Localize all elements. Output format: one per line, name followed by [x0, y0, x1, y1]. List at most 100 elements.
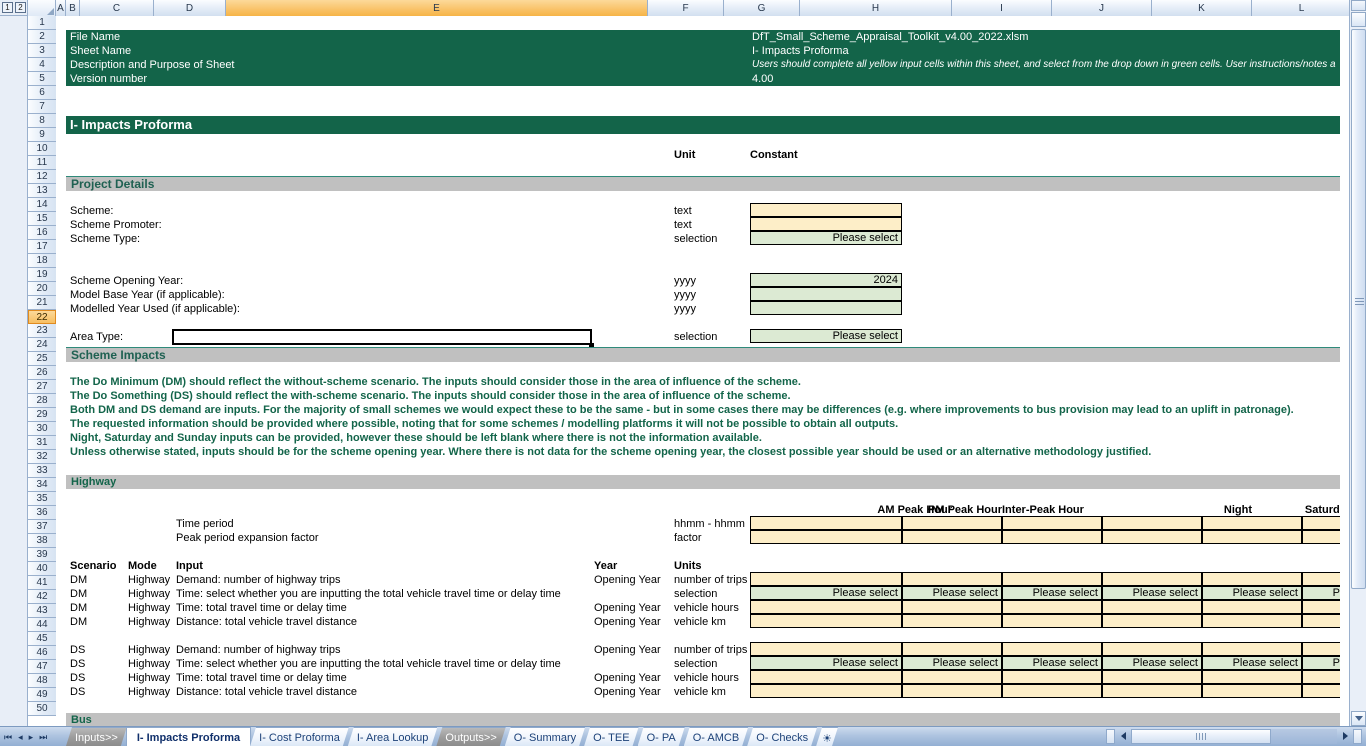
- column-header-c[interactable]: C: [80, 0, 154, 16]
- input-scheme-promoter[interactable]: [750, 217, 902, 231]
- column-header-i[interactable]: I: [952, 0, 1052, 16]
- row-header-42[interactable]: 42: [28, 590, 56, 604]
- input-dm-r3-saturday[interactable]: [1302, 600, 1340, 614]
- input-ds-r6-interpeak[interactable]: Please select: [1002, 656, 1102, 670]
- column-header-b[interactable]: B: [66, 0, 80, 16]
- input-ds-r6-am[interactable]: Please select: [750, 656, 902, 670]
- row-header-23[interactable]: 23: [28, 324, 56, 338]
- sheet-tab-o-checks[interactable]: O- Checks: [747, 727, 817, 746]
- input-dm-r1-col4[interactable]: [1102, 572, 1202, 586]
- row-header-20[interactable]: 20: [28, 282, 56, 296]
- row-header-column[interactable]: 1 2 3 4 5 6 7 8 9 10 11 12 13 14 15 16 17 18 19 20 21 22 23 24 2…: [28, 16, 56, 716]
- column-header-k[interactable]: K: [1152, 0, 1252, 16]
- scroll-down-button[interactable]: [1351, 711, 1366, 726]
- row-header-48[interactable]: 48: [28, 674, 56, 688]
- input-dm-r3-col4[interactable]: [1102, 600, 1202, 614]
- row-header-26[interactable]: 26: [28, 366, 56, 380]
- vertical-scrollbar[interactable]: [1349, 0, 1366, 726]
- input-ds-r5-col4[interactable]: [1102, 642, 1202, 656]
- sheet-tab-o-tee[interactable]: O- TEE: [584, 727, 638, 746]
- column-header-g[interactable]: G: [724, 0, 800, 16]
- row-header-46[interactable]: 46: [28, 646, 56, 660]
- row-header-33[interactable]: 33: [28, 464, 56, 478]
- input-dm-r4-saturday[interactable]: [1302, 614, 1340, 628]
- row-header-28[interactable]: 28: [28, 394, 56, 408]
- row-header-4[interactable]: 4: [28, 58, 56, 72]
- column-header-d[interactable]: D: [154, 0, 226, 16]
- row-header-47[interactable]: 47: [28, 660, 56, 674]
- row-header-36[interactable]: 36: [28, 506, 56, 520]
- input-dm-r1-interpeak[interactable]: [1002, 572, 1102, 586]
- sheet-tab-bar[interactable]: ⏮ ◂ ▸ ⏭ Inputs>> I- Impacts Proforma I- Co…: [0, 726, 1366, 746]
- row-header-35[interactable]: 35: [28, 492, 56, 506]
- next-sheet-icon[interactable]: ▸: [29, 730, 34, 744]
- input-ds-r6-night[interactable]: Please select: [1202, 656, 1302, 670]
- input-ds-r5-night[interactable]: [1202, 642, 1302, 656]
- row-header-14[interactable]: 14: [28, 198, 56, 212]
- sheet-tab-o-amcb[interactable]: O- AMCB: [684, 727, 748, 746]
- outline-level-1-button[interactable]: 1: [2, 2, 13, 13]
- row-header-11[interactable]: 11: [28, 156, 56, 170]
- input-scheme-opening-year[interactable]: 2024: [750, 273, 902, 287]
- row-header-3[interactable]: 3: [28, 44, 56, 58]
- row-header-9[interactable]: 9: [28, 128, 56, 142]
- input-time-period-night[interactable]: [1202, 516, 1302, 530]
- input-expansion-col4[interactable]: [1102, 530, 1202, 544]
- input-modelled-year-used[interactable]: [750, 301, 902, 315]
- input-time-period-saturday[interactable]: [1302, 516, 1340, 530]
- column-header-f[interactable]: F: [648, 0, 724, 16]
- input-dm-r4-am[interactable]: [750, 614, 902, 628]
- input-dm-r2-am[interactable]: Please select: [750, 586, 902, 600]
- scroll-up-button[interactable]: [1351, 12, 1366, 27]
- column-header-j[interactable]: J: [1052, 0, 1152, 16]
- sheet-tab-i-cost-proforma[interactable]: I- Cost Proforma: [250, 727, 349, 746]
- input-ds-r7-night[interactable]: [1202, 670, 1302, 684]
- input-expansion-pm[interactable]: [902, 530, 1002, 544]
- input-expansion-night[interactable]: [1202, 530, 1302, 544]
- hscroll-left-button[interactable]: [1115, 729, 1131, 744]
- input-dm-r3-pm[interactable]: [902, 600, 1002, 614]
- input-time-period-pm[interactable]: [902, 516, 1002, 530]
- input-dm-r3-interpeak[interactable]: [1002, 600, 1102, 614]
- input-ds-r8-night[interactable]: [1202, 684, 1302, 698]
- row-header-24[interactable]: 24: [28, 338, 56, 352]
- input-ds-r5-interpeak[interactable]: [1002, 642, 1102, 656]
- row-header-43[interactable]: 43: [28, 604, 56, 618]
- row-header-15[interactable]: 15: [28, 212, 56, 226]
- input-dm-r2-col4[interactable]: Please select: [1102, 586, 1202, 600]
- input-ds-r7-pm[interactable]: [902, 670, 1002, 684]
- row-header-17[interactable]: 17: [28, 240, 56, 254]
- sheet-tabs[interactable]: Inputs>> I- Impacts Proforma I- Cost Profo…: [66, 727, 837, 746]
- prev-sheet-icon[interactable]: ◂: [18, 730, 23, 744]
- row-header-5[interactable]: 5: [28, 72, 56, 86]
- input-ds-r5-saturday[interactable]: [1302, 642, 1340, 656]
- input-ds-r8-interpeak[interactable]: [1002, 684, 1102, 698]
- horizontal-scrollbar[interactable]: [1100, 726, 1366, 746]
- column-header-a[interactable]: A: [56, 0, 66, 16]
- row-header-40[interactable]: 40: [28, 562, 56, 576]
- input-ds-r8-pm[interactable]: [902, 684, 1002, 698]
- row-header-22[interactable]: 22: [28, 310, 56, 324]
- input-ds-r7-col4[interactable]: [1102, 670, 1202, 684]
- input-dm-r2-pm[interactable]: Please select: [902, 586, 1002, 600]
- sheet-tab-inputs[interactable]: Inputs>>: [66, 727, 127, 746]
- input-dm-r1-am[interactable]: [750, 572, 902, 586]
- input-dm-r4-night[interactable]: [1202, 614, 1302, 628]
- input-ds-r6-col4[interactable]: Please select: [1102, 656, 1202, 670]
- row-header-18[interactable]: 18: [28, 254, 56, 268]
- row-header-50[interactable]: 50: [28, 702, 56, 716]
- input-expansion-saturday[interactable]: [1302, 530, 1340, 544]
- row-header-45[interactable]: 45: [28, 632, 56, 646]
- input-dm-r4-pm[interactable]: [902, 614, 1002, 628]
- input-ds-r8-saturday[interactable]: [1302, 684, 1340, 698]
- row-header-49[interactable]: 49: [28, 688, 56, 702]
- select-all-corner[interactable]: [28, 0, 56, 16]
- column-header-l[interactable]: L: [1252, 0, 1352, 16]
- input-time-period-am[interactable]: [750, 516, 902, 530]
- row-header-13[interactable]: 13: [28, 184, 56, 198]
- sheet-tab-icon[interactable]: ☀: [816, 727, 838, 746]
- input-scheme-type[interactable]: Please select: [750, 231, 902, 245]
- row-header-1[interactable]: 1: [28, 16, 56, 30]
- input-dm-r3-am[interactable]: [750, 600, 902, 614]
- worksheet-grid[interactable]: File Name Sheet Name Description and Pur…: [56, 16, 1340, 726]
